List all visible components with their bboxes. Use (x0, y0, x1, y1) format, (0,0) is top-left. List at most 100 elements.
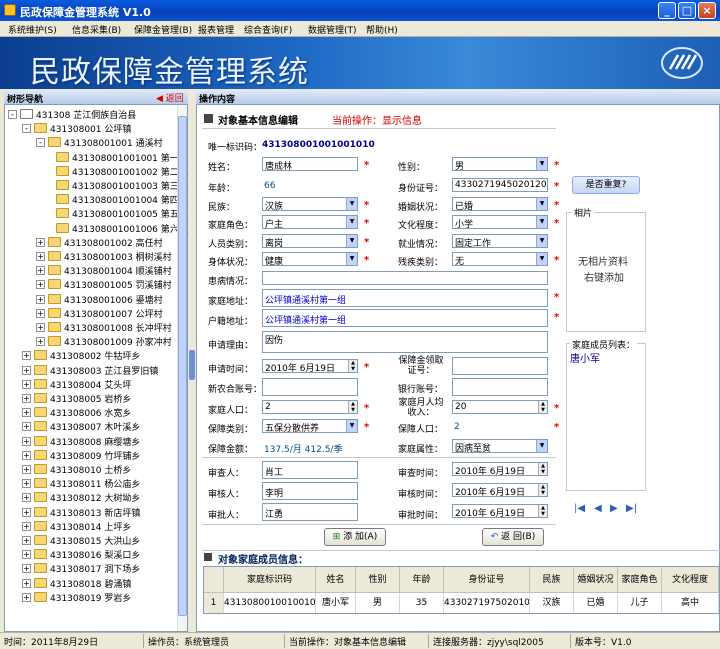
tree-node[interactable]: +431308012 大树坳乡 (22, 491, 175, 504)
ptype-select[interactable]: 离岗 ▼ (262, 234, 358, 248)
grid-col-header[interactable]: 婚姻状况 (574, 567, 618, 593)
approver-field[interactable]: 江勇 (262, 503, 358, 521)
grid-col-header[interactable]: 年龄 (400, 567, 444, 593)
collapse-icon[interactable]: - (8, 110, 17, 119)
spinner-icon[interactable]: ▲ ▼ (538, 463, 547, 475)
menu-help[interactable]: 帮助(H) (366, 23, 398, 36)
tree-node[interactable]: +431308005 岩桥乡 (22, 392, 175, 405)
tree-node[interactable]: +431308014 上坪乡 (22, 520, 175, 533)
tree-node[interactable]: 431308001001001 第一组 (50, 151, 188, 164)
tree-node[interactable]: +431308001009 孙家冲村 (36, 335, 175, 348)
grid-cell[interactable]: 433027197502010130 (444, 593, 530, 613)
tree-node[interactable]: +431308013 新店坪镇 (22, 506, 175, 519)
expand-icon[interactable]: + (22, 408, 31, 418)
tree-node[interactable]: +431308018 碧涌镇 (22, 577, 175, 590)
members-grid[interactable]: 家庭标识码 姓名 性别 年龄 身份证号 民族 婚姻状况 家庭角色 文化程度 1 … (203, 566, 720, 614)
close-button[interactable]: × (698, 2, 716, 19)
illness-field[interactable] (262, 271, 548, 285)
maximize-button[interactable]: □ (678, 2, 696, 19)
tree-node[interactable]: +431308015 大洪山乡 (22, 534, 175, 547)
grid-col-header[interactable]: 家庭角色 (618, 567, 662, 593)
expand-icon[interactable]: + (22, 379, 31, 389)
members-list-item[interactable]: 唐小军 (570, 350, 600, 365)
tree-node[interactable]: +431308003 芷江县罗旧镇 (22, 364, 175, 377)
tree-node[interactable]: +431308006 水宽乡 (22, 406, 175, 419)
grid-col-header[interactable]: 身份证号 (444, 567, 530, 593)
expand-icon[interactable]: + (22, 592, 31, 602)
name-field[interactable]: 唐成林 (262, 157, 358, 171)
tree-node[interactable]: 431308001001002 第二组 (50, 165, 188, 178)
tree-node[interactable]: +431308019 罗岩乡 (22, 591, 175, 604)
grid-cell[interactable]: 儿子 (618, 593, 662, 613)
tree-node[interactable]: - 431308001001 通溪村 (36, 136, 175, 149)
gender-select[interactable]: 男 ▼ (452, 157, 548, 171)
tree-node[interactable]: +431308011 杨公庙乡 (22, 477, 175, 490)
tree-back-link[interactable]: ◀ 返回 (156, 91, 184, 104)
grid-col-header[interactable]: 姓名 (316, 567, 356, 593)
tree-node[interactable]: +431308007 木叶溪乡 (22, 420, 175, 433)
family-pop-field[interactable]: 2 ▲ ▼ (262, 400, 358, 414)
health-select[interactable]: 健康 ▼ (262, 252, 358, 266)
tree-scrollbar[interactable] (177, 106, 187, 631)
grid-col-header[interactable]: 性别 (356, 567, 400, 593)
expand-icon[interactable]: + (22, 493, 31, 503)
expand-icon[interactable]: + (22, 436, 31, 446)
tree-node[interactable]: +431308016 梨溪口乡 (22, 548, 175, 561)
address-field[interactable]: 公坪镇通溪村第一组 (262, 289, 548, 307)
check-time-field[interactable]: 2010年 6月19日 ▲ ▼ (452, 483, 548, 497)
cert-field[interactable] (452, 357, 548, 375)
expand-icon[interactable]: + (22, 521, 31, 531)
collapse-icon[interactable]: - (36, 138, 45, 148)
spinner-icon[interactable]: ▲ ▼ (348, 401, 357, 413)
tree-node[interactable]: 431308001001003 第三组 (50, 179, 188, 192)
grid-cell[interactable]: 高中 (662, 593, 719, 613)
back-button[interactable]: ↶ 返 回(B) (482, 528, 544, 546)
expand-icon[interactable]: + (22, 351, 31, 361)
panel-splitter[interactable] (188, 90, 196, 632)
grid-cell[interactable]: 已婚 (574, 593, 618, 613)
expand-icon[interactable]: + (36, 323, 45, 332)
expand-icon[interactable]: + (36, 337, 45, 347)
marital-select[interactable]: 已婚 ▼ (452, 197, 548, 211)
expand-icon[interactable]: + (22, 550, 31, 560)
expand-icon[interactable]: + (22, 564, 31, 574)
expand-icon[interactable]: + (36, 237, 45, 247)
expand-icon[interactable]: + (22, 450, 31, 460)
hukou-field[interactable]: 公坪镇通溪村第一组 (262, 309, 548, 327)
expand-icon[interactable]: + (22, 365, 31, 375)
grid-cell[interactable]: 唐小军 (316, 593, 356, 613)
last-record-icon[interactable]: ▶| (626, 503, 637, 514)
review-time-field[interactable]: 2010年 6月19日 ▲ ▼ (452, 462, 548, 476)
expand-icon[interactable]: + (22, 536, 31, 545)
expand-icon[interactable]: + (36, 266, 45, 276)
apply-time-field[interactable]: 2010年 6月19日 ▲ ▼ (262, 359, 358, 373)
role-select[interactable]: 户主 ▼ (262, 215, 358, 229)
menu-fund-manage[interactable]: 保障金管理(B) (134, 23, 192, 36)
job-select[interactable]: 固定工作 ▼ (452, 234, 548, 248)
tree-node[interactable]: +431308001006 鎏塘村 (36, 293, 175, 306)
spinner-icon[interactable]: ▲ ▼ (538, 505, 547, 517)
spinner-icon[interactable]: ▲ ▼ (538, 401, 547, 413)
tree-node[interactable]: +431308001008 长冲坪村 (36, 321, 175, 334)
coop-field[interactable] (262, 378, 358, 396)
minimize-button[interactable]: _ (658, 2, 676, 19)
collapse-icon[interactable]: - (22, 124, 31, 134)
members-list-box[interactable] (566, 343, 646, 491)
tree-node[interactable]: +431308009 竹坪铺乡 (22, 449, 175, 462)
tree-node[interactable]: +431308001002 高任村 (36, 236, 175, 249)
tree-node[interactable]: 431308001001005 第五组 (50, 207, 188, 220)
check-duplicate-button[interactable]: 是否重复? (572, 176, 640, 194)
approve-time-field[interactable]: 2010年 6月19日 ▲ ▼ (452, 504, 548, 518)
scrollbar-thumb[interactable] (178, 116, 187, 616)
next-record-icon[interactable]: ▶ (610, 503, 618, 514)
expand-icon[interactable]: + (36, 252, 45, 261)
tree-node[interactable]: +431308001007 公坪村 (36, 307, 175, 320)
expand-icon[interactable]: + (36, 294, 45, 304)
first-record-icon[interactable]: |◀ (574, 503, 585, 514)
tree-node[interactable]: - 431308001 公坪镇 (22, 122, 175, 135)
grid-cell[interactable]: 汉族 (530, 593, 574, 613)
reason-field[interactable]: 因伤 (262, 331, 548, 353)
tree-node[interactable]: - 431308 芷江侗族自治县 (8, 108, 175, 121)
menu-data-manage[interactable]: 数据管理(T) (308, 23, 357, 36)
grid-cell[interactable]: 431308001001001010 (224, 593, 316, 613)
